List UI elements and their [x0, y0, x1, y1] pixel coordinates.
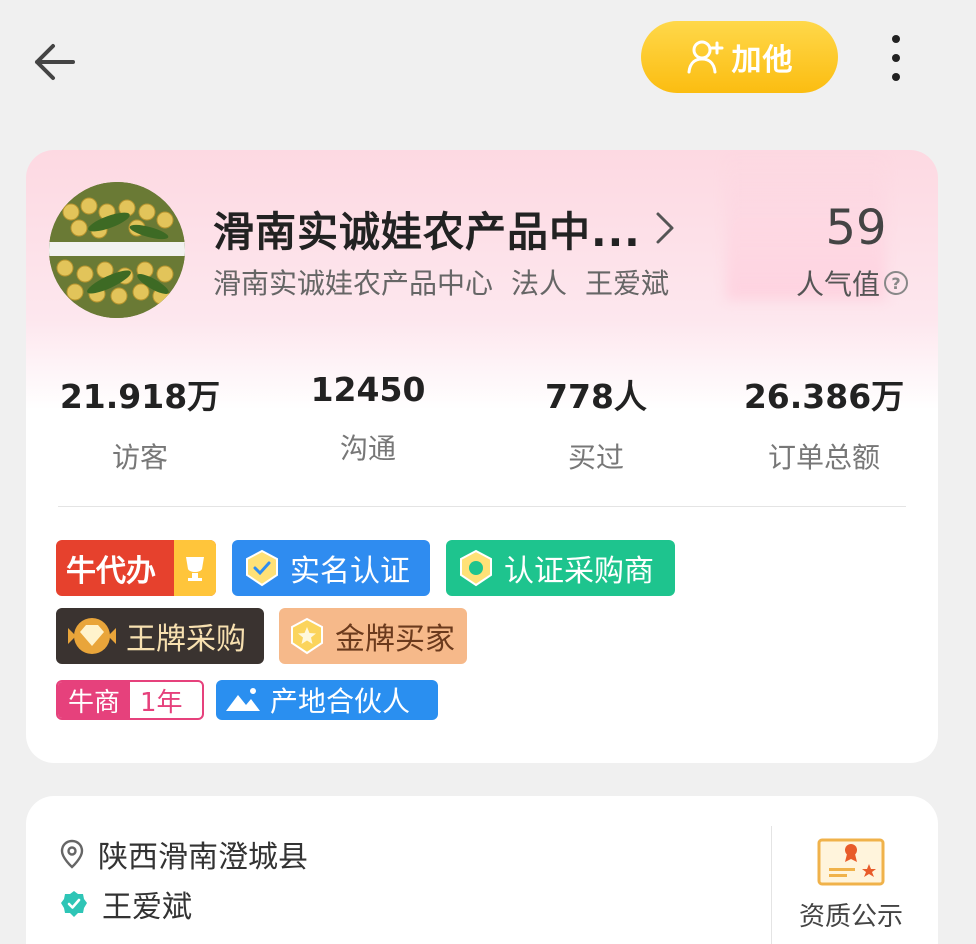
badge-label: 实名认证 — [290, 554, 410, 589]
badge-label: 牛商 — [58, 682, 131, 718]
badge-label: 牛代办 — [66, 554, 156, 589]
stat-order-total[interactable]: 26.386万 订单总额 — [710, 370, 938, 476]
location-pin-icon — [60, 839, 84, 869]
avatar[interactable] — [49, 182, 185, 318]
badge-label: 王牌采购 — [126, 622, 246, 657]
location-row: 陕西滑南澄城县 — [60, 832, 308, 876]
badge-niu-shang[interactable]: 牛商 1年 — [56, 680, 204, 720]
star-hexagon-icon — [291, 617, 323, 655]
stat-value: 12450 — [310, 370, 426, 409]
trophy-icon — [174, 540, 216, 596]
stat-value: 778人 — [545, 377, 647, 416]
shop-name: 滑南实诚娃农产品中... — [213, 208, 641, 256]
legal-person-name: 王爱斌 — [585, 267, 670, 300]
popularity-help[interactable]: 人气值 ? — [796, 263, 909, 303]
arrow-left-icon — [35, 44, 75, 80]
stats-row: 21.918万 访客 12450 沟通 778人 买过 26.386万 订单总额 — [26, 370, 938, 476]
certified-buyer-icon — [460, 549, 492, 587]
badge-label: 认证采购商 — [504, 554, 654, 589]
popularity-value: 59 — [825, 200, 887, 256]
shop-name-link[interactable]: 滑南实诚娃农产品中... — [213, 198, 675, 258]
add-user-icon — [687, 40, 723, 74]
stat-label: 沟通 — [339, 432, 396, 465]
badge-ace-purchase[interactable]: 王牌采购 — [56, 608, 264, 664]
qualification-label: 资质公示 — [798, 902, 903, 932]
stat-label: 订单总额 — [767, 441, 880, 474]
verified-shield-icon — [246, 549, 278, 587]
stat-value: 26.386万 — [743, 377, 905, 416]
badge-label: 金牌买家 — [335, 622, 455, 657]
verified-badge-icon — [61, 891, 87, 917]
popularity-label: 人气值 — [796, 268, 881, 301]
profile-card: 滑南实诚娃农产品中... 滑南实诚娃农产品中心 法人 王爱斌 59 人气值 ? … — [26, 150, 938, 763]
divider — [58, 506, 906, 507]
badge-gold-buyer[interactable]: 金牌买家 — [279, 608, 467, 664]
stat-value: 21.918万 — [59, 377, 221, 416]
badge-label: 产地合伙人 — [270, 685, 411, 718]
produce-photo — [49, 182, 185, 318]
badge-years: 1年 — [140, 687, 183, 718]
back-button[interactable] — [26, 34, 82, 90]
qualification-button[interactable]: 资质公示 — [786, 836, 916, 933]
more-vertical-icon — [892, 35, 900, 43]
stat-visitors[interactable]: 21.918万 访客 — [26, 370, 254, 476]
stat-label: 买过 — [567, 441, 624, 474]
company-name: 滑南实诚娃农产品中心 — [213, 267, 494, 300]
role-label: 法人 — [511, 267, 568, 300]
stat-communications[interactable]: 12450 沟通 — [254, 370, 482, 476]
mountain-icon — [226, 688, 260, 711]
stat-buyers[interactable]: 778人 买过 — [482, 370, 710, 476]
chevron-right-icon — [656, 212, 674, 244]
info-card: 陕西滑南澄城县 王爱斌 资质公示 — [26, 796, 938, 944]
verified-person-row[interactable]: 王爱斌 — [60, 882, 192, 926]
verified-person-name: 王爱斌 — [102, 890, 192, 925]
certificate-icon — [817, 838, 885, 886]
badge-real-name[interactable]: 实名认证 — [232, 540, 430, 596]
badge-niu-daiban[interactable]: 牛代办 — [56, 540, 216, 596]
question-icon: ? — [884, 271, 909, 295]
add-friend-button[interactable]: 加他 — [641, 21, 838, 93]
badge-certified-buyer[interactable]: 认证采购商 — [446, 540, 675, 596]
divider — [771, 826, 772, 944]
stat-label: 访客 — [111, 441, 168, 474]
more-options-button[interactable] — [872, 28, 920, 88]
add-button-label: 加他 — [731, 43, 794, 78]
location-text: 陕西滑南澄城县 — [98, 840, 308, 875]
badge-origin-partner[interactable]: 产地合伙人 — [216, 680, 438, 720]
diamond-icon — [68, 618, 116, 654]
shop-subtitle: 滑南实诚娃农产品中心 法人 王爱斌 — [213, 262, 669, 302]
